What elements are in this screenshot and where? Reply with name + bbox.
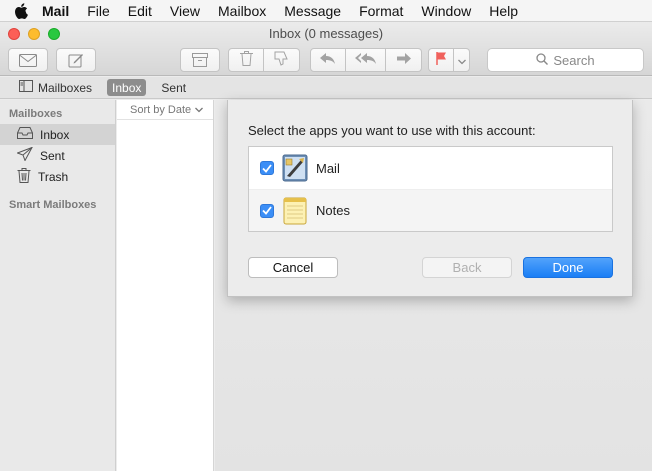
paper-plane-icon <box>16 146 34 164</box>
reply-button[interactable] <box>310 48 346 72</box>
menu-view[interactable]: View <box>161 0 209 22</box>
search-field[interactable]: Search <box>487 48 644 72</box>
sidebar-item-inbox[interactable]: Inbox <box>0 124 115 145</box>
menu-mailbox[interactable]: Mailbox <box>209 0 275 22</box>
search-icon <box>536 52 549 68</box>
app-name-notes: Notes <box>316 203 350 218</box>
sidebar-item-sent[interactable]: Sent <box>0 145 115 166</box>
delete-button[interactable] <box>228 48 264 72</box>
reply-arrow-icon <box>320 52 336 68</box>
inbox-tray-icon <box>17 127 33 142</box>
menu-message[interactable]: Message <box>275 0 350 22</box>
sidebar-item-label: Inbox <box>40 127 70 142</box>
forward-button[interactable] <box>386 48 422 72</box>
sidebar-section-smart-mailboxes[interactable]: Smart Mailboxes <box>0 187 115 211</box>
reply-group <box>310 48 422 72</box>
favorites-sent-label: Sent <box>161 80 187 95</box>
menu-format[interactable]: Format <box>350 0 412 22</box>
flag-icon <box>435 52 447 68</box>
mailbox-sidebar: Mailboxes Inbox Sent Trash Smart Mailbox… <box>0 100 116 471</box>
cancel-button[interactable]: Cancel <box>248 257 338 278</box>
compose-icon <box>68 52 84 68</box>
chevron-down-icon <box>457 53 466 68</box>
app-list: Mail Notes <box>248 146 613 232</box>
get-mail-button[interactable] <box>8 48 48 72</box>
checkmark-icon <box>262 203 272 218</box>
app-row-notes[interactable]: Notes <box>249 189 612 231</box>
sidebar-section-mailboxes: Mailboxes <box>9 108 63 120</box>
favorites-sent-button[interactable]: Sent <box>156 79 191 96</box>
menu-help[interactable]: Help <box>480 0 527 22</box>
favorites-mailboxes-button[interactable]: Mailboxes <box>14 79 97 96</box>
menu-file[interactable]: File <box>78 0 119 22</box>
favorites-inbox-button[interactable]: Inbox <box>107 79 147 96</box>
sort-by-menu[interactable]: Sort by Date <box>117 100 213 120</box>
back-button[interactable]: Back <box>422 257 512 278</box>
notes-app-icon <box>282 197 308 225</box>
notes-checkbox[interactable] <box>260 203 274 218</box>
trash-icon <box>239 51 253 69</box>
sort-label: Sort by Date <box>130 103 192 116</box>
forward-arrow-icon <box>396 52 412 68</box>
archive-box-icon <box>192 53 208 67</box>
sidebar-item-trash[interactable]: Trash <box>0 166 115 187</box>
reply-all-arrow-icon <box>354 52 377 68</box>
trash-icon <box>17 167 31 186</box>
archive-button[interactable] <box>180 48 220 72</box>
sidebar-item-label: Trash <box>38 169 69 184</box>
menu-edit[interactable]: Edit <box>119 0 161 22</box>
done-button[interactable]: Done <box>523 257 613 278</box>
checkmark-icon <box>262 161 272 176</box>
app-row-mail[interactable]: Mail <box>249 147 612 189</box>
compose-button[interactable] <box>56 48 96 72</box>
window-title: Inbox (0 messages) <box>268 26 384 41</box>
flag-group <box>428 48 470 72</box>
flag-menu-button[interactable] <box>454 48 470 72</box>
thumbs-down-icon <box>274 51 289 69</box>
flag-button[interactable] <box>428 48 454 72</box>
chevron-down-icon <box>195 104 204 116</box>
search-placeholder: Search <box>553 52 595 68</box>
junk-button[interactable] <box>264 48 300 72</box>
sheet-prompt: Select the apps you want to use with thi… <box>248 123 536 138</box>
mail-app-icon <box>282 154 308 182</box>
mail-checkbox[interactable] <box>260 161 274 175</box>
app-name-mail: Mail <box>316 160 340 176</box>
menu-app-mail[interactable]: Mail <box>42 0 78 22</box>
sidebar-toggle-icon <box>19 80 33 95</box>
message-list[interactable]: Sort by Date <box>117 100 214 471</box>
delete-junk-group <box>228 48 300 72</box>
favorites-bar: Mailboxes Inbox Sent <box>0 77 652 99</box>
envelope-icon <box>19 53 37 67</box>
menu-bar: Mail File Edit View Mailbox Message Form… <box>0 0 652 22</box>
favorites-inbox-label: Inbox <box>112 80 142 95</box>
apple-menu-icon[interactable] <box>0 2 42 19</box>
select-apps-sheet: Select the apps you want to use with thi… <box>227 100 633 297</box>
reply-all-button[interactable] <box>346 48 386 72</box>
sidebar-item-label: Sent <box>40 148 65 163</box>
favorites-mailboxes-label: Mailboxes <box>38 80 93 95</box>
menu-window[interactable]: Window <box>412 0 480 22</box>
